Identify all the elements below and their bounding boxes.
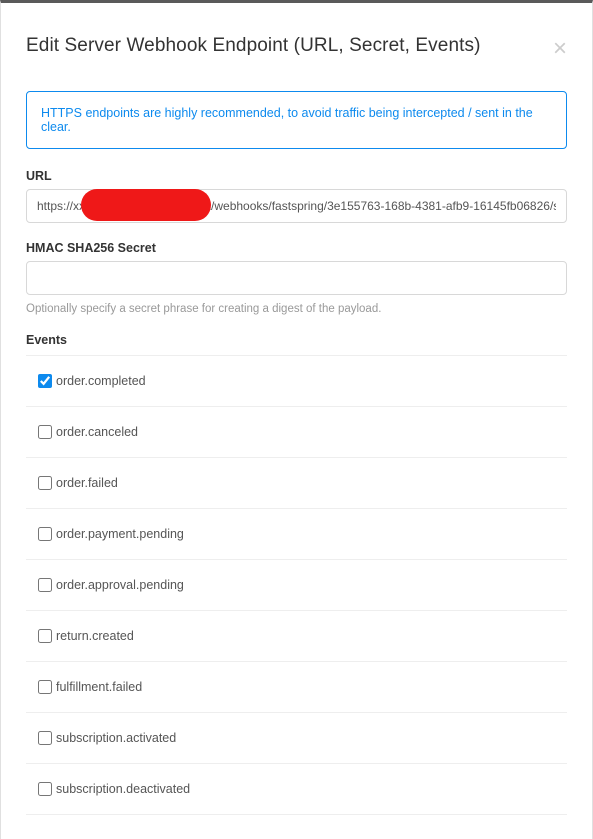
event-checkbox-order-failed[interactable]: [38, 476, 52, 490]
event-row-order-payment-pending: order.payment.pending: [26, 509, 567, 560]
events-section: Events order.completedorder.canceledorde…: [26, 333, 567, 815]
event-checkbox-subscription-activated[interactable]: [38, 731, 52, 745]
event-checkbox-order-payment-pending[interactable]: [38, 527, 52, 541]
event-checkbox-subscription-deactivated[interactable]: [38, 782, 52, 796]
secret-label: HMAC SHA256 Secret: [26, 241, 567, 255]
event-checkbox-order-approval-pending[interactable]: [38, 578, 52, 592]
event-checkbox-order-completed[interactable]: [38, 374, 52, 388]
event-label: fulfillment.failed: [56, 680, 142, 694]
events-label: Events: [26, 333, 567, 347]
event-label: subscription.activated: [56, 731, 176, 745]
event-label: order.failed: [56, 476, 118, 490]
event-row-order-canceled: order.canceled: [26, 407, 567, 458]
modal-title: Edit Server Webhook Endpoint (URL, Secre…: [26, 35, 481, 57]
event-checkbox-order-canceled[interactable]: [38, 425, 52, 439]
secret-field-group: HMAC SHA256 Secret Optionally specify a …: [26, 241, 567, 315]
secret-help-text: Optionally specify a secret phrase for c…: [26, 303, 567, 315]
events-list: order.completed order.canceled order.faile…: [26, 355, 567, 815]
close-icon[interactable]: ×: [553, 37, 567, 61]
edit-webhook-modal: Edit Server Webhook Endpoint (URL, Secre…: [1, 3, 592, 815]
event-label: order.payment.pending: [56, 527, 184, 541]
event-row-order-failed: order.failed: [26, 458, 567, 509]
url-redaction-mask: [81, 189, 211, 221]
event-label: order.approval.pending: [56, 578, 184, 592]
event-row-subscription-activated: subscription.activated: [26, 713, 567, 764]
modal-header: Edit Server Webhook Endpoint (URL, Secre…: [26, 35, 567, 61]
event-row-subscription-deactivated: subscription.deactivated: [26, 764, 567, 815]
secret-input[interactable]: [26, 261, 567, 295]
event-label: subscription.deactivated: [56, 782, 190, 796]
event-row-fulfillment-failed: fulfillment.failed: [26, 662, 567, 713]
url-input-wrap: [26, 189, 567, 223]
url-field-group: URL: [26, 169, 567, 223]
https-info-banner: HTTPS endpoints are highly recommended, …: [26, 91, 567, 149]
event-checkbox-fulfillment-failed[interactable]: [38, 680, 52, 694]
event-label: return.created: [56, 629, 134, 643]
event-label: order.canceled: [56, 425, 138, 439]
event-row-return-created: return.created: [26, 611, 567, 662]
event-row-order-approval-pending: order.approval.pending: [26, 560, 567, 611]
url-label: URL: [26, 169, 567, 183]
event-label: order.completed: [56, 374, 146, 388]
event-checkbox-return-created[interactable]: [38, 629, 52, 643]
event-row-order-completed: order.completed: [26, 355, 567, 407]
